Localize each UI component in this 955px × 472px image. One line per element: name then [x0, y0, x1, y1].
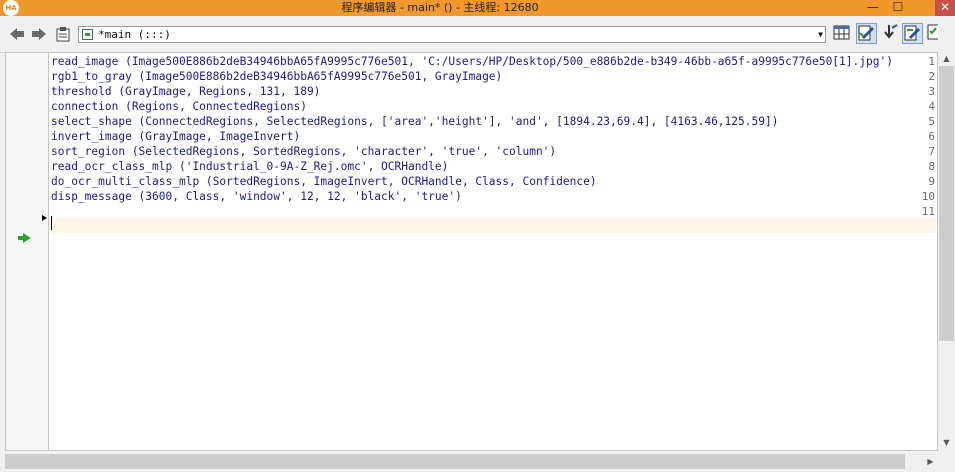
- code-line[interactable]: invert_image (GrayImage, ImageInvert): [51, 129, 300, 144]
- line-number: 7: [928, 145, 935, 158]
- line-number: 9: [928, 175, 935, 188]
- table-icon[interactable]: [831, 23, 852, 44]
- code-line[interactable]: sort_region (SelectedRegions, SortedRegi…: [51, 144, 556, 159]
- clipboard-icon[interactable]: [54, 25, 72, 43]
- horizontal-scroll-thumb[interactable]: [5, 454, 905, 469]
- code-line[interactable]: do_ocr_multi_class_mlp (SortedRegions, I…: [51, 174, 597, 189]
- insert-down-icon[interactable]: [879, 23, 900, 44]
- vertical-scrollbar[interactable]: ▲ ▼: [938, 52, 955, 451]
- line-number: 11: [921, 205, 935, 218]
- code-line[interactable]: read_image (Image500E886b2deB34946bbA65f…: [51, 54, 893, 69]
- line-number: 5: [928, 115, 935, 128]
- line-number: 6: [928, 130, 935, 143]
- code-line[interactable]: rgb1_to_gray (Image500E886b2deB34946bbA6…: [51, 69, 502, 84]
- line-number: 8: [928, 160, 935, 173]
- line-number: 2: [928, 70, 935, 83]
- procedure-select-value: *main (:::): [98, 28, 171, 41]
- scroll-down-icon[interactable]: ▼: [938, 436, 955, 450]
- code-line[interactable]: connection (Regions, ConnectedRegions): [51, 99, 307, 114]
- back-arrow-icon[interactable]: [8, 25, 26, 43]
- procedure-select[interactable]: *main (:::) ▼: [78, 26, 826, 43]
- code-line[interactable]: threshold (GrayImage, Regions, 131, 189): [51, 84, 320, 99]
- program-counter-arrow-icon: [18, 233, 31, 243]
- text-cursor: [51, 216, 52, 230]
- code-line[interactable]: select_shape (ConnectedRegions, Selected…: [51, 114, 778, 129]
- line-number: 1: [928, 55, 935, 68]
- current-code-line[interactable]: [49, 218, 937, 233]
- horizontal-scrollbar[interactable]: ▶: [0, 451, 955, 472]
- edit-check-icon[interactable]: [856, 23, 877, 44]
- title-bar[interactable]: HA 程序编辑器 - main* () - 主线程: 12680 — ☐ ✕: [0, 0, 955, 16]
- edit-line-icon[interactable]: [902, 23, 923, 44]
- checklist-icon[interactable]: [926, 23, 938, 44]
- scroll-right-icon[interactable]: ▶: [922, 454, 939, 469]
- line-number: 4: [928, 100, 935, 113]
- code-editor[interactable]: 1 2 3 4 5 6 7 8 9 10 11 12 read_image (I…: [5, 52, 938, 451]
- code-line[interactable]: disp_message (3600, Class, 'window', 12,…: [51, 189, 462, 204]
- forward-arrow-icon[interactable]: [30, 25, 48, 43]
- procedure-icon: [82, 29, 93, 40]
- code-line[interactable]: read_ocr_class_mlp ('Industrial_0-9A-Z_R…: [51, 159, 448, 174]
- scroll-up-icon[interactable]: ▲: [938, 52, 955, 66]
- vertical-scroll-thumb[interactable]: [939, 66, 954, 341]
- minimize-button[interactable]: —: [861, 0, 885, 16]
- line-number: 3: [928, 85, 935, 98]
- window-title: 程序编辑器 - main* () - 主线程: 12680: [341, 1, 539, 14]
- line-number-gutter[interactable]: [6, 53, 49, 450]
- line-number: 10: [921, 190, 935, 203]
- close-button[interactable]: ✕: [935, 0, 955, 16]
- chevron-down-icon[interactable]: ▼: [818, 27, 823, 42]
- insert-position-marker: [42, 215, 47, 221]
- maximize-button[interactable]: ☐: [886, 0, 910, 16]
